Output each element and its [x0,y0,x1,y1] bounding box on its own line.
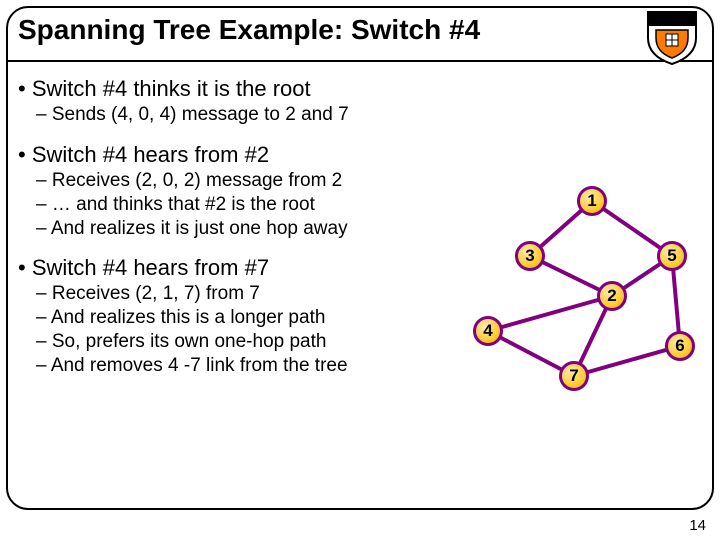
bullet-2: • Switch #4 hears from #2 [18,142,702,168]
graph-node-5: 5 [657,241,687,271]
title-row: Spanning Tree Example: Switch #4 [18,14,480,46]
logo-shield-icon [644,8,700,66]
graph-node-3: 3 [515,241,545,271]
graph-diagram: 1 3 5 2 4 6 7 [452,186,700,426]
content-area: • Switch #4 thinks it is the root – Send… [18,76,702,520]
bullet-1: • Switch #4 thinks it is the root [18,76,702,102]
graph-node-6: 6 [665,331,695,361]
graph-node-4: 4 [473,316,503,346]
bullet-1-text: Switch #4 thinks it is the root [32,76,311,101]
graph-node-1: 1 [577,186,607,216]
slide-title: Spanning Tree Example: Switch #4 [18,14,480,46]
bullet-3-text: Switch #4 hears from #7 [32,255,269,280]
title-underline [8,60,712,62]
bullet-2-text: Switch #4 hears from #2 [32,142,269,167]
page-number: 14 [689,517,706,534]
graph-node-7: 7 [559,361,589,391]
bullet-1-sub-1: – Sends (4, 0, 4) message to 2 and 7 [36,104,702,126]
bullet-2-sub-3: – And realizes it is just one hop away [36,218,456,240]
bullet-2-sub-1: – Receives (2, 0, 2) message from 2 [36,170,456,192]
bullet-2-sub-2: – … and thinks that #2 is the root [36,194,456,216]
graph-node-2: 2 [597,281,627,311]
